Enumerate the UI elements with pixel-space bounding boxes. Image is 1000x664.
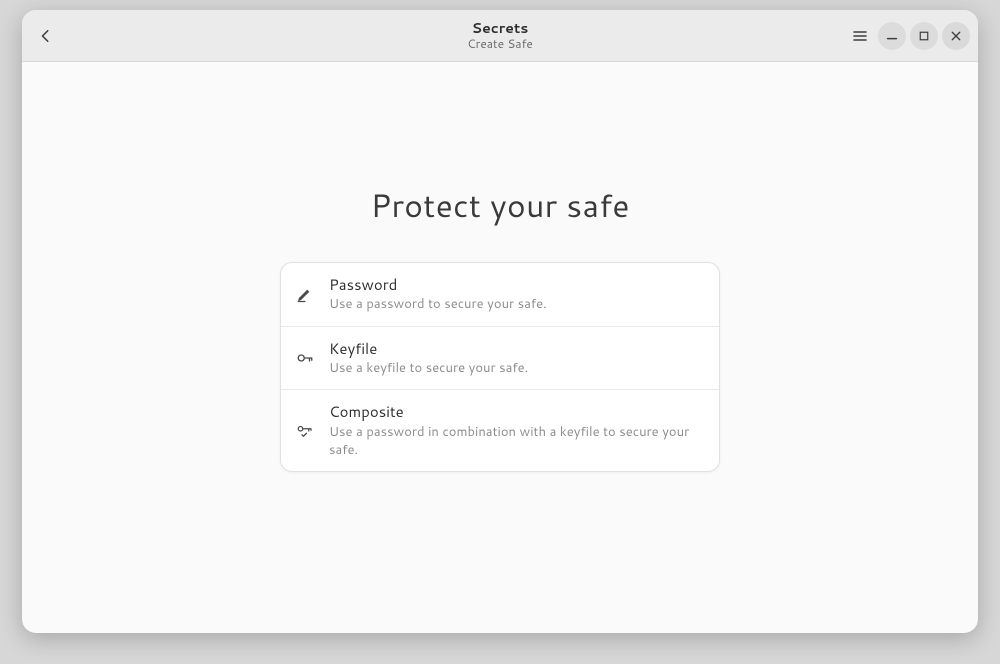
back-button[interactable] [30,20,62,52]
option-password[interactable]: Password Use a password to secure your s… [281,263,719,326]
maximize-icon [918,30,930,42]
hamburger-icon [852,28,868,44]
close-button[interactable] [942,22,970,50]
option-password-desc: Use a password to secure your safe. [329,295,705,313]
key-icon [295,348,315,368]
minimize-button[interactable] [878,22,906,50]
option-password-title: Password [329,275,705,295]
close-icon [950,30,962,42]
protection-option-list: Password Use a password to secure your s… [280,262,720,472]
option-composite-text: Composite Use a password in combination … [329,402,705,459]
minimize-icon [885,29,899,43]
chevron-left-icon [39,29,53,43]
composite-icon [295,421,315,441]
page-heading: Protect your safe [370,183,629,228]
option-password-text: Password Use a password to secure your s… [329,275,705,314]
maximize-button[interactable] [910,22,938,50]
headerbar-left [30,20,62,52]
headerbar-center: Secrets Create Safe [22,20,978,51]
headerbar-right [846,22,970,50]
option-composite-desc: Use a password in combination with a key… [329,423,705,459]
menu-button[interactable] [846,22,874,50]
option-composite[interactable]: Composite Use a password in combination … [281,389,719,471]
option-keyfile[interactable]: Keyfile Use a keyfile to secure your saf… [281,326,719,390]
option-keyfile-text: Keyfile Use a keyfile to secure your saf… [329,339,705,378]
headerbar: Secrets Create Safe [22,10,978,62]
option-keyfile-desc: Use a keyfile to secure your safe. [329,359,705,377]
window-title: Secrets [22,20,978,36]
main-content: Protect your safe Password Use a passwor… [22,62,978,633]
option-composite-title: Composite [329,402,705,422]
app-window: Secrets Create Safe [22,10,978,633]
pencil-icon [295,284,315,304]
option-keyfile-title: Keyfile [329,339,705,359]
window-subtitle: Create Safe [22,37,978,51]
